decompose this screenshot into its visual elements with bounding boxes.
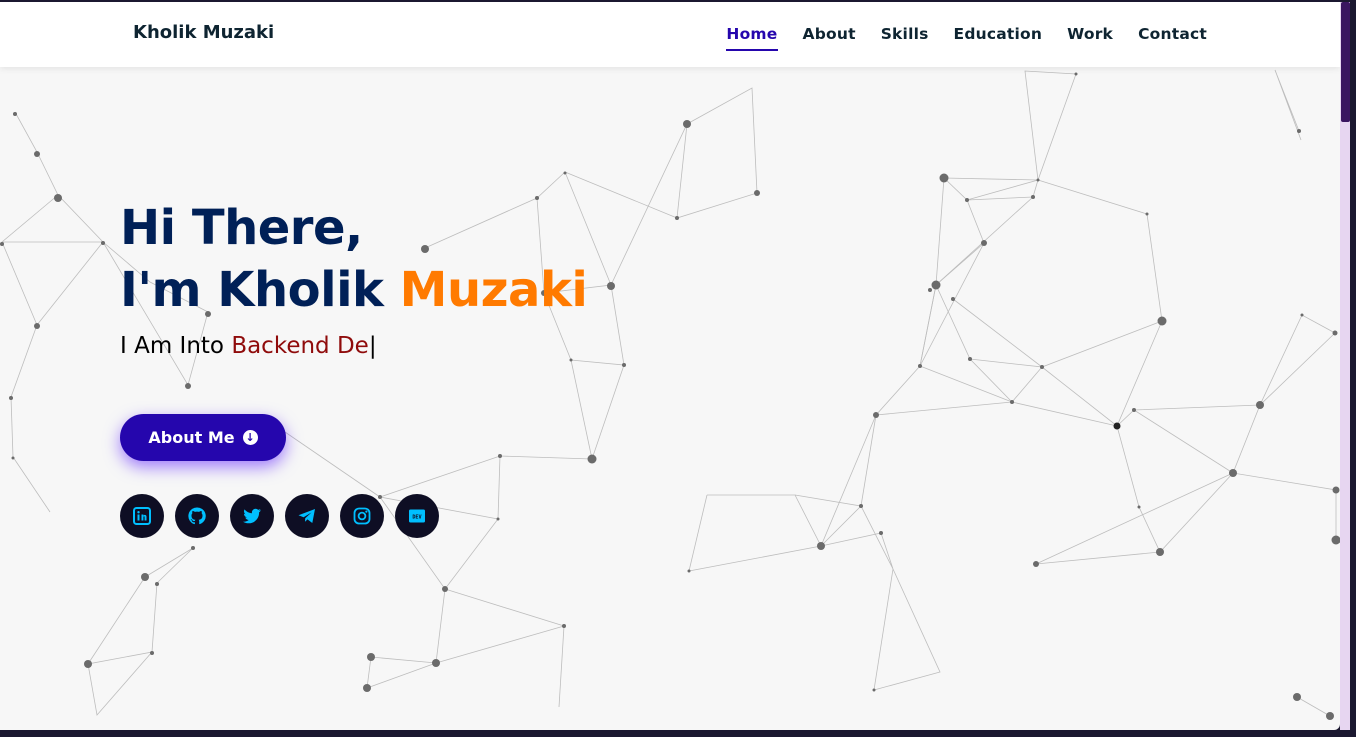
social-links: DEV: [120, 494, 439, 538]
nav-link-home[interactable]: Home: [726, 25, 778, 51]
about-me-label: About Me: [148, 428, 235, 447]
dev-link[interactable]: DEV: [395, 494, 439, 538]
dev-icon: DEV: [409, 509, 425, 523]
hero-name-prefix: I'm Kholik: [120, 262, 400, 318]
instagram-icon: [353, 507, 371, 525]
twitter-link[interactable]: [230, 494, 274, 538]
nav-link-education[interactable]: Education: [954, 25, 1043, 45]
typed-text: Backend De: [231, 333, 369, 359]
typing-cursor: |: [368, 333, 377, 359]
telegram-icon: [298, 509, 315, 523]
page: Kholik Muzaki Home About Skills Educatio…: [0, 2, 1340, 730]
hero-name-accent: Muzaki: [399, 262, 588, 318]
scrollbar-thumb[interactable]: [1341, 2, 1350, 122]
hero-sub-prefix: I Am Into: [120, 333, 232, 359]
hero-name-line: I'm Kholik Muzaki: [120, 259, 588, 321]
hero-greeting: Hi There,: [120, 200, 363, 256]
twitter-icon: [243, 508, 261, 524]
nav-link-contact[interactable]: Contact: [1138, 25, 1207, 45]
hero-text: Hi There, I'm Kholik Muzaki I Am Into Ba…: [120, 197, 588, 359]
brand-logo[interactable]: Kholik Muzaki: [133, 22, 274, 43]
about-me-button[interactable]: About Me ↓: [120, 414, 286, 461]
nav-link-work[interactable]: Work: [1067, 25, 1113, 45]
linkedin-link[interactable]: [120, 494, 164, 538]
hero-subline: I Am Into Backend De|: [120, 333, 587, 359]
instagram-link[interactable]: [340, 494, 384, 538]
particle-network-background: [0, 69, 1340, 720]
telegram-link[interactable]: [285, 494, 329, 538]
nav-links: Home About Skills Education Work Contact: [726, 2, 1207, 67]
arrow-down-circle-icon: ↓: [242, 430, 258, 445]
github-icon: [188, 507, 206, 525]
nav-link-skills[interactable]: Skills: [881, 25, 929, 45]
nav-link-about[interactable]: About: [803, 25, 856, 45]
github-link[interactable]: [175, 494, 219, 538]
dev-icon-text: DEV: [412, 514, 421, 520]
linkedin-icon: [133, 507, 151, 525]
navbar: Kholik Muzaki Home About Skills Educatio…: [0, 2, 1340, 67]
